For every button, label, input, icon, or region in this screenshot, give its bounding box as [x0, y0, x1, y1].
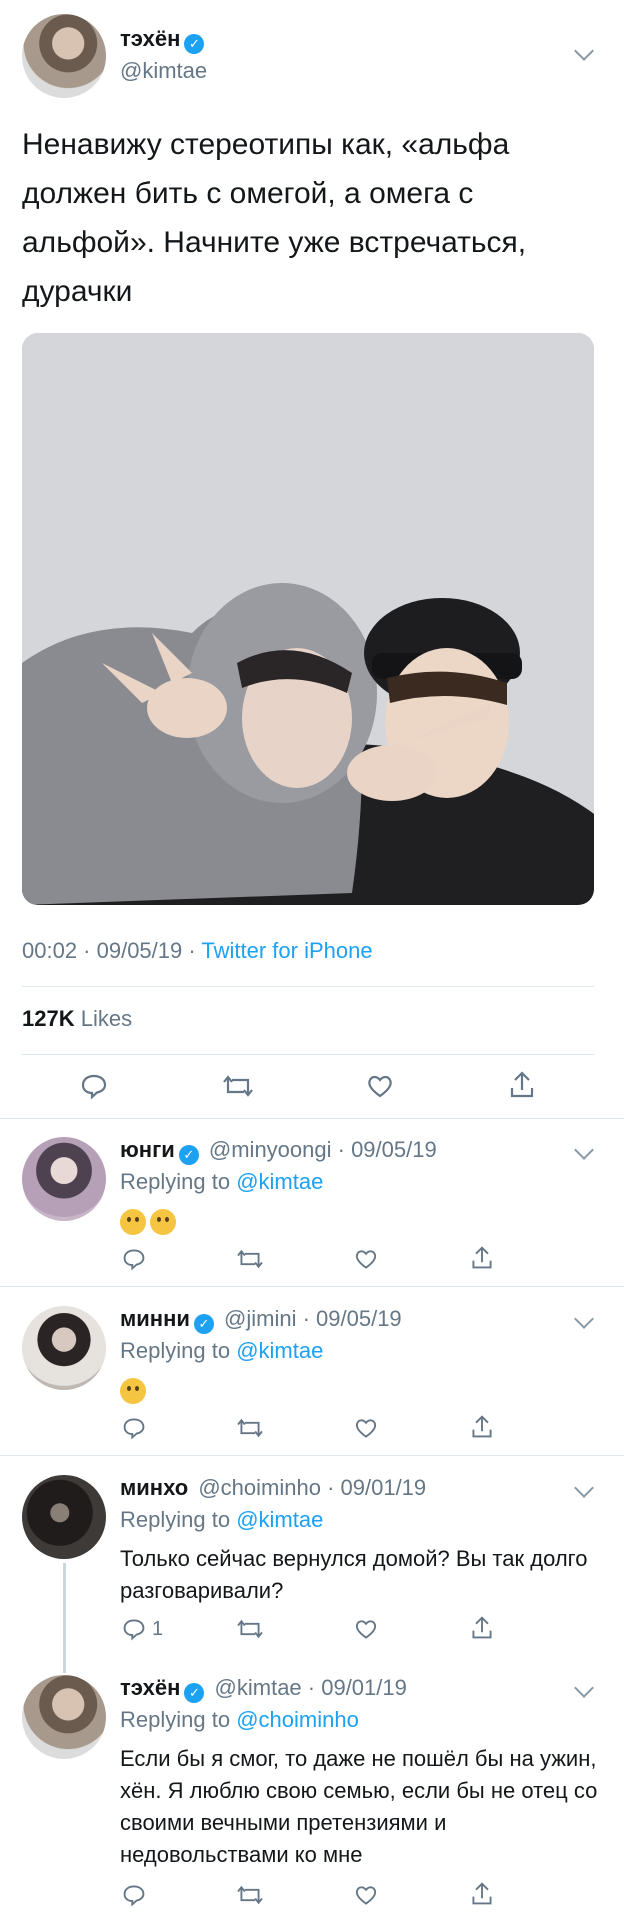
- share-icon[interactable]: [470, 1881, 494, 1907]
- like-icon[interactable]: [366, 1072, 394, 1100]
- replying-to: Replying to @choiminho: [120, 1707, 359, 1733]
- replying-label: Replying to: [120, 1707, 237, 1732]
- chevron-down-icon[interactable]: [574, 1478, 594, 1498]
- author-name[interactable]: минхо: [120, 1475, 188, 1500]
- reply-body: Если бы я смог, то даже не пошёл бы на у…: [120, 1746, 598, 1867]
- author-handle[interactable]: @minyoongi: [209, 1137, 332, 1162]
- retweet-icon[interactable]: [236, 1883, 264, 1907]
- replying-label: Replying to: [120, 1507, 237, 1532]
- retweet-icon[interactable]: [236, 1617, 264, 1641]
- avatar[interactable]: [22, 1475, 106, 1559]
- verified-badge-icon: ✓: [184, 34, 205, 54]
- reply-date: · 09/01/19: [320, 1475, 427, 1500]
- reply-body: [120, 1374, 600, 1406]
- likes-count: 127K: [22, 1006, 75, 1031]
- tweet-photo[interactable]: [22, 333, 594, 905]
- replying-to-link[interactable]: @choiminho: [236, 1707, 359, 1732]
- verified-badge-icon: ✓: [193, 1314, 214, 1334]
- share-icon[interactable]: [470, 1245, 494, 1271]
- author-handle[interactable]: @jimini: [224, 1306, 296, 1331]
- replying-label: Replying to: [120, 1169, 237, 1194]
- tweet-timestamp: 00:02 · 09/05/19 ·: [22, 938, 202, 963]
- reply-header: минхо @choiminho · 09/01/19: [120, 1475, 426, 1501]
- reply-count: 1: [152, 1618, 164, 1640]
- share-icon[interactable]: [508, 1070, 536, 1100]
- reply-body: [120, 1205, 600, 1237]
- author-name[interactable]: тэхён: [120, 1675, 180, 1700]
- chevron-down-icon[interactable]: [574, 1140, 594, 1160]
- share-icon[interactable]: [470, 1414, 494, 1440]
- reply-date: · 09/01/19: [301, 1675, 407, 1700]
- reply-header: юнги ✓ @minyoongi · 09/05/19: [120, 1137, 437, 1165]
- photo-image: [22, 333, 594, 905]
- like-icon[interactable]: [354, 1416, 378, 1440]
- retweet-icon[interactable]: [236, 1247, 264, 1271]
- author-handle[interactable]: @choiminho: [198, 1475, 321, 1500]
- verified-badge-icon: ✓: [184, 1683, 205, 1703]
- divider: [0, 1455, 624, 1456]
- verified-badge-icon: ✓: [178, 1145, 199, 1165]
- reply-date: · 09/05/19: [296, 1306, 402, 1331]
- tweet-text: Ненавижу стереотипы как, «альфа должен б…: [22, 128, 527, 308]
- likes-summary[interactable]: 127K Likes: [22, 1006, 132, 1032]
- avatar[interactable]: [22, 1137, 106, 1221]
- chevron-down-icon[interactable]: [574, 1678, 594, 1698]
- avatar[interactable]: [22, 1675, 106, 1759]
- retweet-icon[interactable]: [236, 1416, 264, 1440]
- likes-label: Likes: [74, 1006, 133, 1031]
- flushed-face-icon: [120, 1209, 146, 1236]
- replying-to-link[interactable]: @kimtae: [236, 1169, 323, 1194]
- replying-to-link[interactable]: @kimtae: [236, 1507, 323, 1532]
- author-name-line: тэхён ✓: [120, 26, 205, 54]
- reply-header: тэхён ✓ @kimtae · 09/01/19: [120, 1675, 407, 1703]
- chevron-down-icon[interactable]: [574, 41, 594, 61]
- reply-icon[interactable]: [122, 1247, 146, 1271]
- author-name[interactable]: минни: [120, 1306, 190, 1331]
- author-handle[interactable]: @kimtae: [215, 1675, 302, 1700]
- tweet-meta: 00:02 · 09/05/19 · Twitter for iPhone: [22, 938, 373, 964]
- share-icon[interactable]: [470, 1615, 494, 1641]
- divider: [0, 1286, 624, 1287]
- reply-icon[interactable]: [122, 1883, 146, 1907]
- reply-tweet[interactable]: тэхён ✓ @kimtae · 09/01/19 Replying to @c…: [0, 1657, 624, 1920]
- reply-tweet[interactable]: минни ✓ @jimini · 09/05/19 Replying to @k…: [0, 1288, 624, 1456]
- replying-to: Replying to @kimtae: [120, 1338, 323, 1364]
- reply-date: · 09/05/19: [331, 1137, 437, 1162]
- retweet-icon[interactable]: [222, 1072, 254, 1100]
- author-handle[interactable]: @kimtae: [120, 58, 207, 84]
- divider: [22, 986, 594, 987]
- replying-to: Replying to @kimtae: [120, 1169, 323, 1195]
- author-name[interactable]: тэхён: [120, 26, 180, 51]
- reply-icon[interactable]: [122, 1416, 146, 1440]
- avatar[interactable]: [22, 14, 106, 98]
- divider: [22, 1054, 594, 1055]
- replying-to: Replying to @kimtae: [120, 1507, 323, 1533]
- reply-header: минни ✓ @jimini · 09/05/19: [120, 1306, 402, 1334]
- shushing-face-icon: [150, 1209, 176, 1236]
- like-icon[interactable]: [354, 1617, 378, 1641]
- reply-icon[interactable]: [122, 1617, 146, 1641]
- no-mouth-face-icon: [120, 1378, 146, 1405]
- avatar[interactable]: [22, 1306, 106, 1390]
- reply-tweet[interactable]: юнги ✓ @minyoongi · 09/05/19 Replying to …: [0, 1119, 624, 1287]
- chevron-down-icon[interactable]: [574, 1309, 594, 1329]
- reply-icon[interactable]: [80, 1072, 108, 1100]
- reply-body: Только сейчас вернулся домой? Вы так дол…: [120, 1546, 588, 1603]
- like-icon[interactable]: [354, 1247, 378, 1271]
- like-icon[interactable]: [354, 1883, 378, 1907]
- replying-to-link[interactable]: @kimtae: [236, 1338, 323, 1363]
- reply-tweet[interactable]: минхо @choiminho · 09/01/19 Replying to …: [0, 1457, 624, 1673]
- replying-label: Replying to: [120, 1338, 237, 1363]
- tweet-source-link[interactable]: Twitter for iPhone: [201, 938, 372, 963]
- author-name[interactable]: юнги: [120, 1137, 175, 1162]
